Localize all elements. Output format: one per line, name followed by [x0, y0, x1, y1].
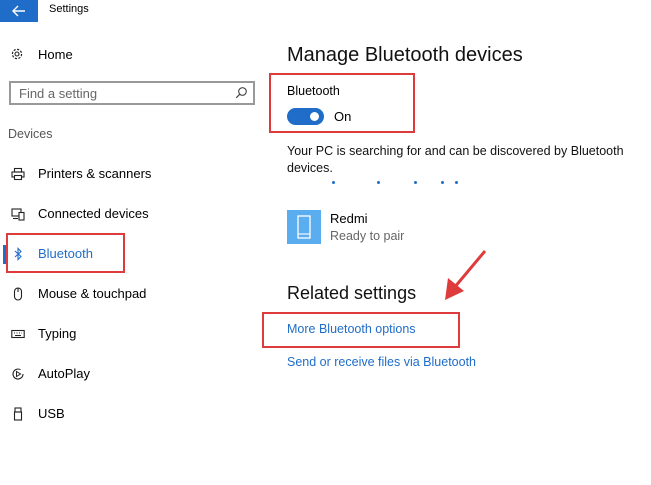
discovery-status: Your PC is searching for and can be disc…: [287, 144, 624, 175]
sidebar-item-label: Printers & scanners: [38, 166, 152, 181]
autoplay-icon: [12, 368, 24, 380]
highlight-box-more-options: [262, 312, 460, 348]
sidebar-item-printers[interactable]: Printers & scanners: [0, 161, 258, 187]
page-title: Manage Bluetooth devices: [287, 44, 523, 66]
progress-dot: [441, 181, 444, 184]
sidebar-item-label: Home: [38, 46, 73, 62]
annotation-arrow-icon: [445, 250, 487, 300]
phone-icon: [297, 215, 311, 239]
sidebar-item-autoplay[interactable]: AutoPlay: [0, 361, 258, 387]
sidebar-item-typing[interactable]: Typing: [0, 321, 258, 347]
device-status: Ready to pair: [330, 229, 405, 243]
progress-dot: [414, 181, 417, 184]
progress-dot: [377, 181, 380, 184]
usb-icon: [13, 407, 23, 421]
search-input[interactable]: [11, 83, 239, 103]
progress-dot: [332, 181, 335, 184]
device-tile[interactable]: [287, 210, 321, 244]
sidebar-item-mouse[interactable]: Mouse & touchpad: [0, 281, 258, 307]
sidebar-item-usb[interactable]: USB: [0, 401, 258, 427]
back-button[interactable]: [0, 0, 38, 22]
highlight-box-bluetooth-nav: [6, 233, 125, 273]
sidebar-item-label: AutoPlay: [38, 366, 91, 381]
connected-devices-icon: [11, 208, 25, 221]
back-arrow-icon: [12, 5, 25, 17]
title-bar: Settings: [0, 0, 651, 22]
sidebar-item-label: Typing: [38, 326, 77, 341]
keyboard-icon: [11, 329, 25, 339]
send-receive-files-link[interactable]: Send or receive files via Bluetooth: [287, 355, 476, 369]
search-icon[interactable]: [235, 86, 248, 99]
related-settings-title: Related settings: [287, 283, 417, 303]
sidebar-item-label: USB: [38, 406, 65, 421]
sidebar-item-label: Connected devices: [38, 206, 149, 221]
sidebar-item-label: Mouse & touchpad: [38, 286, 147, 301]
mouse-icon: [13, 287, 23, 301]
progress-dot: [455, 181, 458, 184]
printer-icon: [11, 167, 25, 181]
sidebar-group-label: Devices: [8, 127, 53, 141]
sidebar-item-connected-devices[interactable]: Connected devices: [0, 201, 258, 227]
search-box[interactable]: [9, 81, 255, 105]
device-name: Redmi: [330, 211, 368, 226]
window-title: Settings: [49, 3, 89, 15]
settings-window: Settings Home Devices Printers & scanner…: [0, 0, 651, 485]
gear-icon: [11, 48, 23, 60]
highlight-box-toggle: [269, 73, 415, 133]
sidebar-item-home[interactable]: Home: [10, 44, 73, 64]
